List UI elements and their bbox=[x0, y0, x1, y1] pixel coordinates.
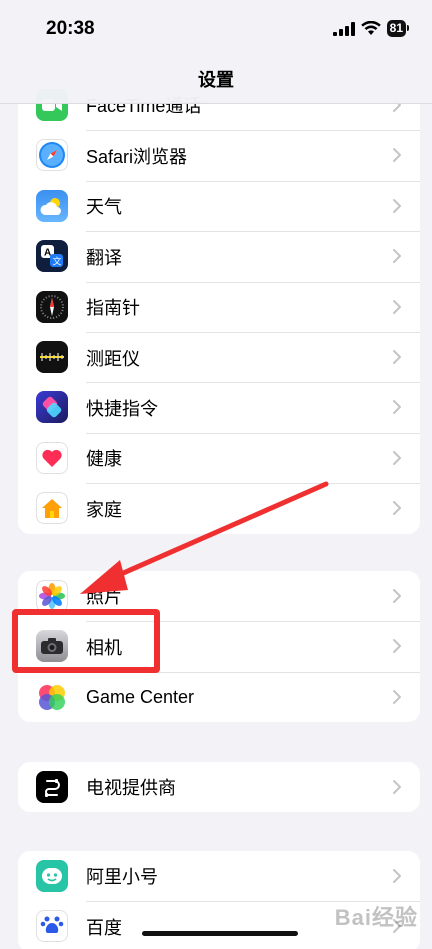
annotation-arrow-icon bbox=[80, 481, 329, 594]
watermark: Bai经验 bbox=[334, 905, 418, 930]
home-indicator bbox=[142, 931, 298, 936]
settings-screen: 20:38 81 设置 FaceTime通话 Safari浏览器 天气 A 文 … bbox=[0, 0, 432, 949]
annotation-highlight-box bbox=[12, 609, 160, 673]
